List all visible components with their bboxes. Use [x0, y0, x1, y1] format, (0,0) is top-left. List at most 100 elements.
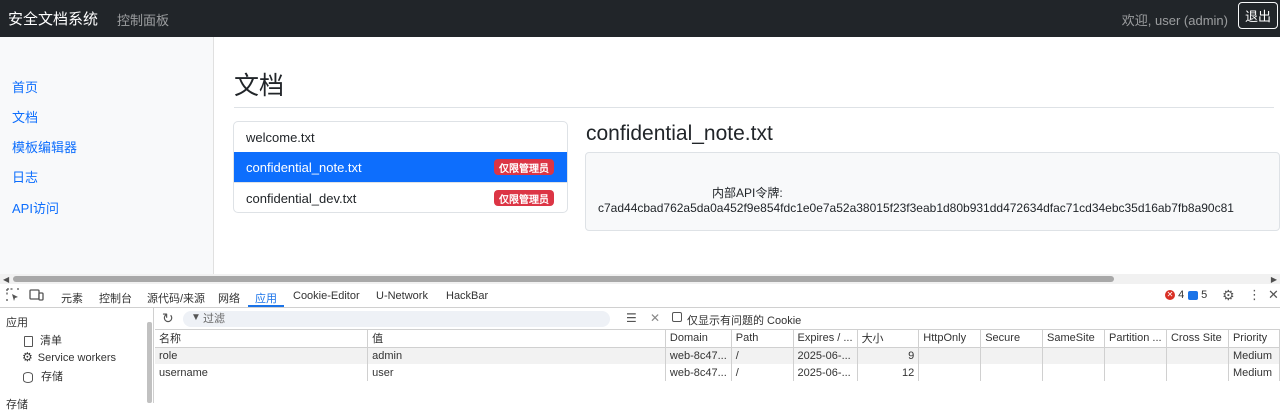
- scrollbar-thumb[interactable]: [13, 276, 1114, 282]
- tab-sources[interactable]: 源代码/来源: [147, 290, 205, 306]
- scroll-left-icon[interactable]: ◀: [3, 275, 9, 284]
- cookie-path: /: [731, 347, 794, 364]
- column-header[interactable]: Expires / ...: [793, 330, 858, 348]
- message-count-value: 5: [1201, 289, 1208, 301]
- sidebar-item-logs[interactable]: 日志: [12, 167, 38, 186]
- storage-item[interactable]: 存储: [23, 368, 63, 384]
- document-list: welcome.txt confidential_note.txt 仅限管理员 …: [233, 121, 568, 213]
- column-header[interactable]: 值: [367, 330, 666, 348]
- sidebar-item-api-access[interactable]: API访问: [12, 198, 59, 217]
- cookie-samesite: [1042, 347, 1105, 364]
- table-row[interactable]: username user web-8c47... / 2025-06-... …: [155, 364, 1280, 381]
- top-navbar: 安全文档系统 控制面板 欢迎, user (admin) 退出: [0, 0, 1280, 37]
- filter-box[interactable]: ▼: [183, 311, 610, 327]
- manifest-item[interactable]: 清单: [24, 332, 62, 348]
- devtools-tab-bar: 元素 控制台 源代码/来源 网络 应用 Cookie-Editor U-Netw…: [0, 284, 1280, 308]
- nav-link-dashboard[interactable]: 控制面板: [117, 10, 169, 29]
- cookie-secure: [980, 347, 1044, 364]
- service-workers-item[interactable]: ⚙ Service workers: [22, 350, 116, 364]
- cookie-value: admin: [367, 347, 666, 364]
- filter-icon: ▼: [191, 312, 201, 323]
- database-icon: [23, 371, 33, 383]
- cookie-name: username: [155, 364, 369, 381]
- cookie-httponly: [918, 347, 982, 364]
- manifest-label: 清单: [40, 335, 62, 347]
- sidebar-item-template-editor[interactable]: 模板编辑器: [12, 137, 77, 156]
- document-item-active[interactable]: confidential_note.txt 仅限管理员: [234, 152, 567, 183]
- cookie-toolbar: ↻ ▼ ☰ ✕ 仅显示有问题的 Cookie: [155, 308, 1280, 330]
- cookie-size: 12: [857, 364, 920, 381]
- sidebar-item-documents[interactable]: 文档: [12, 107, 38, 126]
- tab-u-network[interactable]: U-Network: [376, 290, 428, 302]
- service-workers-label: Service workers: [37, 352, 117, 364]
- admin-only-badge: 仅限管理员: [494, 190, 554, 206]
- column-header[interactable]: 名称: [155, 330, 369, 348]
- cookie-name: role: [155, 347, 369, 364]
- table-row[interactable]: role admin web-8c47... / 2025-06-... 9 M…: [155, 347, 1280, 364]
- column-header[interactable]: SameSite: [1042, 330, 1105, 348]
- clear-filtered-icon[interactable]: ☰: [626, 311, 637, 325]
- cookie-httponly: [918, 364, 982, 381]
- scroll-right-icon[interactable]: ▶: [1271, 275, 1277, 284]
- sidebar-scrollbar[interactable]: [147, 322, 152, 403]
- cookie-priority: Medium: [1228, 347, 1280, 364]
- tab-console[interactable]: 控制台: [99, 290, 132, 306]
- document-name: confidential_note.txt: [246, 159, 362, 175]
- only-issues-checkbox[interactable]: [672, 312, 682, 322]
- cookie-domain: web-8c47...: [665, 347, 732, 364]
- title-divider: [234, 107, 1274, 108]
- close-devtools-icon[interactable]: ✕: [1268, 287, 1279, 303]
- only-issues-label: 仅显示有问题的 Cookie: [687, 315, 802, 327]
- tab-cookie-editor[interactable]: Cookie-Editor: [293, 290, 360, 302]
- refresh-icon[interactable]: ↻: [162, 310, 174, 327]
- cookie-samesite: [1042, 364, 1105, 381]
- document-line: 内部API令牌:: [712, 186, 783, 200]
- sidebar-item-home[interactable]: 首页: [12, 77, 38, 96]
- document-item[interactable]: confidential_dev.txt 仅限管理员: [234, 183, 567, 212]
- inspect-element-icon[interactable]: [6, 288, 20, 305]
- document-name: welcome.txt: [246, 129, 315, 145]
- delete-selected-icon[interactable]: ✕: [650, 311, 660, 325]
- tab-hackbar[interactable]: HackBar: [446, 290, 488, 302]
- column-header[interactable]: Path: [731, 330, 794, 348]
- document-title: confidential_note.txt: [586, 122, 773, 145]
- cookie-size: 9: [857, 347, 920, 364]
- welcome-text: 欢迎, user (admin): [1121, 13, 1228, 28]
- table-header-row: 名称 值 Domain Path Expires / ... 大小 HttpOn…: [155, 330, 1280, 348]
- device-toolbar-icon[interactable]: [29, 288, 44, 305]
- cookie-priority: Medium: [1228, 364, 1280, 381]
- cookie-expires: 2025-06-...: [793, 364, 858, 381]
- application-sidebar: 应用 清单 ⚙ Service workers 存储 存储: [0, 308, 154, 411]
- sidebar: 首页 文档 模板编辑器 日志 API访问: [0, 37, 214, 274]
- column-header[interactable]: Partition ...: [1104, 330, 1167, 348]
- column-header[interactable]: Domain: [665, 330, 732, 348]
- document-item[interactable]: welcome.txt: [234, 122, 567, 153]
- storage-label: 存储: [41, 371, 63, 383]
- tab-application[interactable]: 应用: [255, 290, 277, 306]
- tab-elements[interactable]: 元素: [61, 290, 83, 306]
- more-options-icon[interactable]: ⋮: [1248, 287, 1261, 303]
- tab-network[interactable]: 网络: [218, 290, 240, 306]
- cookie-partition: [1104, 347, 1167, 364]
- logout-button[interactable]: 退出: [1238, 2, 1278, 29]
- column-header[interactable]: HttpOnly: [918, 330, 982, 348]
- message-count[interactable]: 5: [1188, 289, 1207, 301]
- page-title: 文档: [234, 72, 285, 100]
- cookie-path: /: [731, 364, 794, 381]
- column-header[interactable]: 大小: [857, 330, 920, 348]
- cookie-cross-site: [1166, 364, 1229, 381]
- cookie-cross-site: [1166, 347, 1229, 364]
- filter-input[interactable]: [203, 311, 593, 327]
- error-count[interactable]: ✕ 4: [1165, 289, 1184, 301]
- column-header[interactable]: Secure: [980, 330, 1044, 348]
- document-token: c7ad44cbad762a5da0a452f9e854fdc1e0e7a52a…: [598, 201, 1234, 215]
- cookie-secure: [980, 364, 1044, 381]
- column-header[interactable]: Priority: [1228, 330, 1280, 348]
- error-count-value: 4: [1178, 289, 1185, 301]
- gears-icon: ⚙: [22, 350, 33, 364]
- cookie-value: user: [367, 364, 666, 381]
- brand[interactable]: 安全文档系统: [8, 8, 98, 29]
- horizontal-scrollbar[interactable]: ◀ ▶: [0, 274, 1280, 284]
- column-header[interactable]: Cross Site: [1166, 330, 1229, 348]
- settings-gear-icon[interactable]: ⚙: [1222, 287, 1235, 304]
